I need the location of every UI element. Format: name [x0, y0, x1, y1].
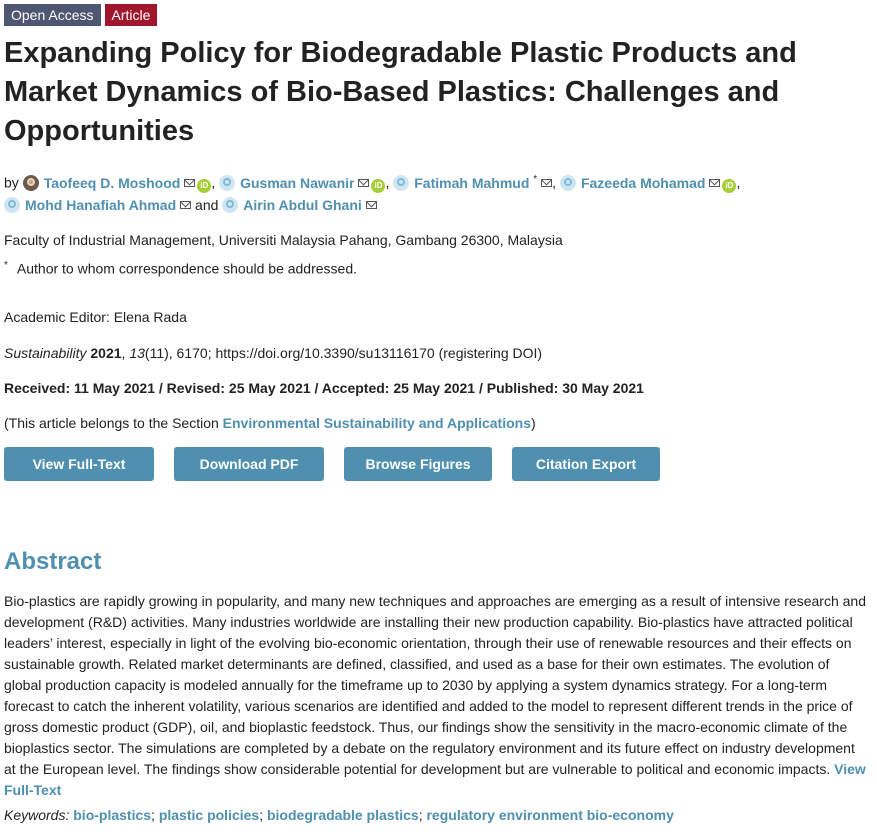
keywords: Keywords: bio-plastics; plastic policies…	[4, 805, 873, 825]
author-name[interactable]: Fatimah Mahmud	[414, 175, 529, 191]
open-access-badge: Open Access	[4, 4, 101, 26]
citation-line: Sustainability 2021, 13(11), 6170; https…	[4, 345, 543, 362]
email-icon[interactable]	[184, 178, 196, 187]
abstract-text: Bio-plastics are rapidly growing in popu…	[4, 593, 867, 778]
author-link[interactable]: Fazeeda Mohamad	[559, 174, 705, 191]
view-full-text-button[interactable]: View Full-Text	[4, 447, 154, 482]
section-prefix: (This article belongs to the Section	[4, 415, 223, 432]
citation-export-button[interactable]: Citation Export	[512, 447, 660, 482]
by-label: by	[4, 174, 19, 191]
section-info: (This article belongs to the Section Env…	[4, 413, 873, 433]
abstract-heading: Abstract	[4, 548, 102, 576]
author-name[interactable]: Mohd Hanafiah Ahmad	[25, 197, 176, 213]
author-avatar-icon	[222, 196, 239, 213]
correspondence-note: * Author to whom correspondence should be…	[4, 256, 873, 279]
badge-row: Open Access Article	[4, 4, 873, 26]
separator: ,	[552, 174, 557, 191]
email-icon[interactable]	[709, 178, 721, 187]
keyword-link[interactable]: bio-plastics	[73, 807, 151, 823]
corresponding-mark: *	[533, 174, 538, 185]
email-icon[interactable]	[541, 178, 553, 187]
keyword-separator: ;	[259, 807, 264, 824]
author-list: by Taofeeq D. Moshood iD, Gusman Nawanir i…	[4, 169, 873, 216]
email-icon[interactable]	[365, 200, 377, 209]
download-pdf-button[interactable]: Download PDF	[174, 447, 324, 482]
author-avatar-icon	[219, 174, 236, 191]
keyword-link[interactable]: regulatory environment bio-economy	[426, 807, 673, 823]
keyword-separator: ;	[418, 807, 423, 824]
section-suffix: )	[530, 415, 536, 432]
abstract-body: Bio-plastics are rapidly growing in popu…	[4, 591, 870, 801]
separator: ,	[736, 174, 741, 191]
orcid-icon[interactable]: iD	[371, 178, 386, 193]
keyword-link[interactable]: plastic policies	[159, 807, 259, 823]
correspondence-text: Author to whom correspondence should be …	[16, 260, 358, 277]
keyword-separator: ;	[151, 807, 155, 824]
email-icon[interactable]	[358, 178, 370, 187]
author-name[interactable]: Taofeeq D. Moshood	[44, 175, 181, 191]
publication-dates: Received: 11 May 2021 / Revised: 25 May …	[4, 380, 644, 397]
keyword-link[interactable]: biodegradable plastics	[267, 807, 419, 823]
academic-editor: Academic Editor: Elena Rada	[4, 309, 187, 326]
author-name[interactable]: Airin Abdul Ghani	[243, 197, 361, 213]
author-link[interactable]: Fatimah Mahmud	[393, 174, 529, 191]
article-title: Expanding Policy for Biodegradable Plast…	[4, 37, 797, 147]
orcid-icon[interactable]: iD	[722, 178, 737, 193]
author-avatar-icon	[559, 174, 576, 191]
citation-volume: 13	[129, 345, 145, 362]
author-photo-icon	[22, 174, 39, 191]
author-name[interactable]: Fazeeda Mohamad	[581, 175, 705, 191]
and-label: and	[195, 196, 219, 213]
section-link[interactable]: Environmental Sustainability and Applica…	[223, 415, 531, 431]
affiliation: Faculty of Industrial Management, Univer…	[4, 231, 563, 248]
citation-year: 2021	[90, 345, 122, 362]
article-page: Open Access Article Expanding Policy for…	[0, 0, 873, 825]
keywords-label: Keywords:	[4, 807, 70, 824]
citation-details: (11), 6170; https://doi.org/10.3390/su13…	[144, 345, 543, 362]
orcid-icon[interactable]: iD	[197, 178, 212, 193]
action-buttons: View Full-Text Download PDF Browse Figur…	[4, 447, 873, 482]
author-link[interactable]: Airin Abdul Ghani	[222, 196, 362, 213]
email-icon[interactable]	[180, 200, 192, 209]
author-name[interactable]: Gusman Nawanir	[240, 175, 354, 191]
author-link[interactable]: Mohd Hanafiah Ahmad	[4, 196, 176, 213]
separator: ,	[385, 174, 390, 191]
journal-name: Sustainability	[4, 345, 87, 362]
correspondence-mark: *	[4, 259, 8, 271]
browse-figures-button[interactable]: Browse Figures	[344, 447, 492, 482]
separator: ,	[211, 174, 216, 191]
author-avatar-icon	[4, 196, 20, 213]
author-avatar-icon	[393, 174, 410, 191]
author-link[interactable]: Gusman Nawanir	[219, 174, 354, 191]
article-type-badge: Article	[104, 4, 158, 26]
author-link[interactable]: Taofeeq D. Moshood	[22, 174, 181, 191]
